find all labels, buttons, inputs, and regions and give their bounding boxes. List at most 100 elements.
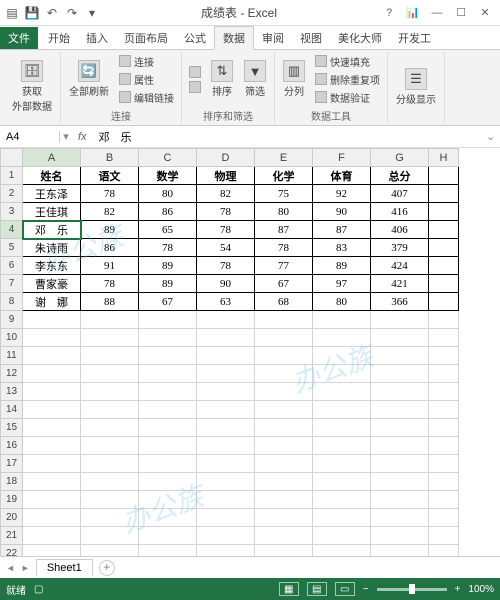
cell[interactable]: 63 bbox=[197, 293, 255, 311]
cell[interactable] bbox=[139, 401, 197, 419]
cell[interactable] bbox=[429, 473, 459, 491]
cell[interactable] bbox=[23, 365, 81, 383]
cell[interactable] bbox=[23, 437, 81, 455]
cell[interactable] bbox=[81, 419, 139, 437]
cell[interactable] bbox=[23, 401, 81, 419]
cell[interactable] bbox=[313, 419, 371, 437]
cell[interactable] bbox=[313, 509, 371, 527]
data-validation-button[interactable]: 数据验证 bbox=[312, 89, 383, 106]
ribbon-opts-icon[interactable]: 📊 bbox=[402, 4, 424, 22]
cell[interactable]: 87 bbox=[255, 221, 313, 239]
cell[interactable]: 86 bbox=[139, 203, 197, 221]
cell[interactable] bbox=[429, 545, 459, 557]
minimize-icon[interactable]: ― bbox=[426, 4, 448, 22]
cell[interactable]: 80 bbox=[313, 293, 371, 311]
cell[interactable] bbox=[23, 329, 81, 347]
sort-desc-button[interactable] bbox=[186, 80, 204, 94]
cell[interactable] bbox=[23, 383, 81, 401]
cell[interactable] bbox=[139, 545, 197, 557]
cell[interactable] bbox=[197, 329, 255, 347]
cell[interactable] bbox=[81, 401, 139, 419]
cell[interactable] bbox=[197, 419, 255, 437]
zoom-slider[interactable] bbox=[377, 588, 447, 591]
cell[interactable]: 数学 bbox=[139, 167, 197, 185]
sort-asc-button[interactable] bbox=[186, 65, 204, 79]
cell[interactable]: 物理 bbox=[197, 167, 255, 185]
cell[interactable]: 91 bbox=[81, 257, 139, 275]
cell[interactable] bbox=[139, 527, 197, 545]
cell[interactable] bbox=[81, 509, 139, 527]
cell[interactable] bbox=[139, 329, 197, 347]
cell[interactable] bbox=[429, 275, 459, 293]
cell[interactable] bbox=[429, 293, 459, 311]
cell[interactable] bbox=[23, 419, 81, 437]
row-header[interactable]: 4 bbox=[1, 221, 23, 239]
cell[interactable] bbox=[429, 491, 459, 509]
qat-dropdown-icon[interactable]: ▾ bbox=[84, 5, 100, 21]
tab-formula[interactable]: 公式 bbox=[176, 27, 214, 49]
cell[interactable]: 朱诗雨 bbox=[23, 239, 81, 257]
cell[interactable] bbox=[429, 347, 459, 365]
cell[interactable] bbox=[139, 347, 197, 365]
cell[interactable] bbox=[255, 347, 313, 365]
cell[interactable]: 424 bbox=[371, 257, 429, 275]
formula-input[interactable]: 邓 乐 bbox=[93, 129, 486, 145]
zoom-out-button[interactable]: − bbox=[363, 584, 369, 595]
cell[interactable] bbox=[371, 437, 429, 455]
cell[interactable] bbox=[81, 311, 139, 329]
maximize-icon[interactable]: ☐ bbox=[450, 4, 472, 22]
cell[interactable] bbox=[23, 311, 81, 329]
cell[interactable] bbox=[371, 329, 429, 347]
cell[interactable] bbox=[429, 437, 459, 455]
cell[interactable] bbox=[255, 437, 313, 455]
cell[interactable] bbox=[197, 455, 255, 473]
cell[interactable] bbox=[429, 509, 459, 527]
cell[interactable]: 王佳琪 bbox=[23, 203, 81, 221]
cell[interactable] bbox=[197, 545, 255, 557]
collapse-ribbon-icon[interactable]: ˇ bbox=[491, 587, 494, 598]
cell[interactable] bbox=[313, 347, 371, 365]
cell[interactable]: 407 bbox=[371, 185, 429, 203]
cell[interactable] bbox=[139, 437, 197, 455]
cell[interactable] bbox=[429, 455, 459, 473]
tab-insert[interactable]: 插入 bbox=[78, 27, 116, 49]
column-header[interactable]: E bbox=[255, 149, 313, 167]
cell[interactable] bbox=[139, 491, 197, 509]
cell[interactable]: 379 bbox=[371, 239, 429, 257]
cell[interactable] bbox=[197, 473, 255, 491]
row-header[interactable]: 20 bbox=[1, 509, 23, 527]
cell[interactable] bbox=[371, 401, 429, 419]
cell[interactable] bbox=[81, 437, 139, 455]
cell[interactable] bbox=[371, 347, 429, 365]
cell[interactable] bbox=[255, 383, 313, 401]
cell[interactable]: 421 bbox=[371, 275, 429, 293]
cell[interactable]: 邓 乐 bbox=[23, 221, 81, 239]
row-header[interactable]: 19 bbox=[1, 491, 23, 509]
cell[interactable]: 化学 bbox=[255, 167, 313, 185]
cell[interactable] bbox=[255, 455, 313, 473]
cell[interactable] bbox=[139, 419, 197, 437]
row-header[interactable]: 13 bbox=[1, 383, 23, 401]
row-header[interactable]: 22 bbox=[1, 545, 23, 557]
row-header[interactable]: 1 bbox=[1, 167, 23, 185]
cell[interactable] bbox=[139, 365, 197, 383]
cell[interactable] bbox=[255, 419, 313, 437]
column-header[interactable]: D bbox=[197, 149, 255, 167]
column-header[interactable]: F bbox=[313, 149, 371, 167]
sheet-nav-next-icon[interactable]: ► bbox=[21, 563, 30, 573]
properties-button[interactable]: 属性 bbox=[116, 71, 177, 88]
cell[interactable] bbox=[197, 437, 255, 455]
column-header[interactable]: B bbox=[81, 149, 139, 167]
cell[interactable]: 65 bbox=[139, 221, 197, 239]
edit-links-button[interactable]: 编辑链接 bbox=[116, 89, 177, 106]
cell[interactable] bbox=[139, 311, 197, 329]
normal-view-button[interactable]: ▦ bbox=[279, 582, 299, 596]
row-header[interactable]: 21 bbox=[1, 527, 23, 545]
cell[interactable]: 97 bbox=[313, 275, 371, 293]
cell[interactable] bbox=[81, 365, 139, 383]
cell[interactable]: 83 bbox=[313, 239, 371, 257]
cell[interactable] bbox=[197, 527, 255, 545]
cell[interactable]: 406 bbox=[371, 221, 429, 239]
cell[interactable]: 78 bbox=[255, 239, 313, 257]
worksheet[interactable]: ABCDEFGH1姓名语文数学物理化学体育总分2王东泽7880827592407… bbox=[0, 148, 500, 556]
